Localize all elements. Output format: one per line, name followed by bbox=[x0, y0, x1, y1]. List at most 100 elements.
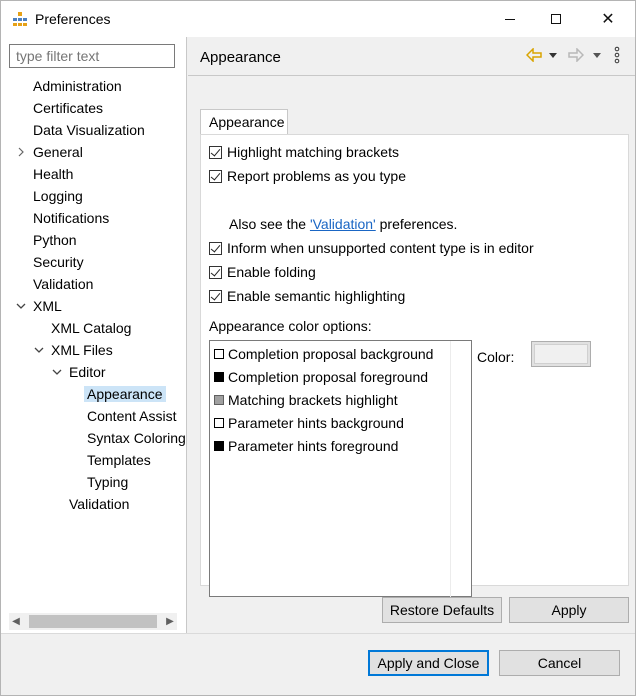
tree-item-label: Appearance bbox=[84, 386, 166, 402]
maximize-icon bbox=[551, 14, 561, 24]
color-swatch-icon bbox=[214, 372, 224, 382]
tree-item-label: Health bbox=[33, 166, 74, 182]
color-option-label: Completion proposal foreground bbox=[228, 369, 429, 385]
tree-item[interactable]: Validation bbox=[33, 273, 93, 295]
highlight-brackets-checkbox[interactable]: Highlight matching brackets bbox=[209, 142, 399, 162]
maximize-button[interactable] bbox=[533, 1, 579, 37]
preference-tree-pane: Administration Certificates Data Visualiza… bbox=[1, 37, 187, 633]
filter-input[interactable] bbox=[9, 44, 175, 68]
tree-item[interactable]: Content Assist bbox=[87, 405, 177, 427]
minimize-icon bbox=[505, 18, 515, 20]
tree-item[interactable]: Templates bbox=[87, 449, 151, 471]
checkbox-checked-icon bbox=[209, 265, 222, 279]
color-option-item[interactable]: Completion proposal foreground bbox=[214, 366, 428, 388]
tree-item[interactable]: Python bbox=[33, 229, 77, 251]
apply-button[interactable]: Apply bbox=[509, 597, 629, 623]
tab-appearance[interactable]: Appearance bbox=[200, 109, 288, 135]
collapse-arrow-icon[interactable] bbox=[33, 339, 45, 361]
tree-item[interactable]: XML Catalog bbox=[51, 317, 131, 339]
page-header: Appearance bbox=[188, 37, 635, 77]
tree-item[interactable]: General bbox=[18, 141, 83, 163]
apply-and-close-button[interactable]: Apply and Close bbox=[368, 650, 489, 676]
checkbox-checked-icon bbox=[209, 241, 222, 255]
tree-item[interactable]: Typing bbox=[87, 471, 128, 493]
tree-item[interactable]: Logging bbox=[33, 185, 83, 207]
tree-item-label: Python bbox=[33, 232, 77, 248]
tree-item[interactable]: Notifications bbox=[33, 207, 109, 229]
tree-item-label: Typing bbox=[87, 474, 129, 490]
color-option-label: Parameter hints background bbox=[228, 415, 404, 431]
tree-item[interactable]: Syntax Coloring bbox=[87, 427, 186, 449]
color-picker-button[interactable] bbox=[531, 341, 591, 367]
collapse-arrow-icon[interactable] bbox=[51, 361, 63, 383]
back-arrow-icon[interactable] bbox=[526, 48, 542, 62]
enable-folding-checkbox[interactable]: Enable folding bbox=[209, 262, 316, 282]
tree-item[interactable]: Validation bbox=[69, 493, 129, 515]
minimize-button[interactable] bbox=[487, 1, 533, 37]
tree-item[interactable]: Appearance bbox=[84, 383, 166, 405]
scrollbar-thumb[interactable] bbox=[29, 615, 157, 628]
checkbox-label: Highlight matching brackets bbox=[227, 144, 399, 160]
tree-item[interactable]: Data Visualization bbox=[33, 119, 145, 141]
close-icon: ✕ bbox=[601, 11, 615, 28]
forward-arrow-icon[interactable] bbox=[568, 48, 584, 62]
color-options-list[interactable]: Completion proposal background Completion… bbox=[209, 340, 472, 597]
page-title: Appearance bbox=[200, 49, 281, 66]
color-label: Color: bbox=[477, 349, 515, 365]
tree-item-label: Logging bbox=[33, 188, 83, 204]
checkbox-label: Enable folding bbox=[227, 264, 316, 280]
color-option-item[interactable]: Parameter hints foreground bbox=[214, 435, 398, 457]
tree-item-label: XML Files bbox=[51, 342, 113, 358]
color-swatch-icon bbox=[214, 441, 224, 451]
collapse-arrow-icon[interactable] bbox=[15, 295, 27, 317]
color-option-label: Parameter hints foreground bbox=[228, 438, 399, 454]
tree-horizontal-scrollbar[interactable]: ◀ ▶ bbox=[9, 613, 177, 630]
report-problems-checkbox[interactable]: Report problems as you type bbox=[209, 166, 406, 186]
tree-item-label: Content Assist bbox=[87, 408, 177, 424]
tree-item-label: Notifications bbox=[33, 210, 110, 226]
close-button[interactable]: ✕ bbox=[585, 1, 631, 37]
preferences-window: Preferences ✕ Administration Certificates… bbox=[0, 0, 636, 696]
color-swatch-icon bbox=[214, 349, 224, 359]
checkbox-checked-icon bbox=[209, 169, 222, 183]
tree-item[interactable]: Health bbox=[33, 163, 73, 185]
see-also-suffix: preferences. bbox=[375, 216, 458, 232]
restore-defaults-button[interactable]: Restore Defaults bbox=[382, 597, 502, 623]
unsupported-content-checkbox[interactable]: Inform when unsupported content type is … bbox=[209, 238, 534, 258]
tree-item[interactable]: XML Files bbox=[34, 339, 113, 361]
color-swatch-icon bbox=[214, 395, 224, 405]
color-option-label: Completion proposal background bbox=[228, 346, 434, 362]
scroll-left-icon[interactable]: ◀ bbox=[9, 613, 23, 630]
list-scrollbar[interactable] bbox=[450, 341, 471, 597]
back-menu-chevron-icon[interactable] bbox=[549, 53, 557, 59]
tree-item[interactable]: Certificates bbox=[33, 97, 103, 119]
tree-item[interactable]: Security bbox=[33, 251, 84, 273]
tree-item-label: Administration bbox=[33, 78, 122, 94]
tree-item-label: Syntax Coloring bbox=[87, 430, 186, 446]
tree-item-label: Templates bbox=[87, 452, 151, 468]
color-option-item[interactable]: Parameter hints background bbox=[214, 412, 404, 434]
scroll-right-icon[interactable]: ▶ bbox=[163, 613, 177, 630]
tree-item-label: General bbox=[33, 144, 83, 160]
semantic-highlighting-checkbox[interactable]: Enable semantic highlighting bbox=[209, 286, 405, 306]
tree-item[interactable]: Editor bbox=[52, 361, 106, 383]
see-also-prefix: Also see the bbox=[229, 216, 310, 232]
tree-item[interactable]: XML bbox=[16, 295, 62, 317]
color-option-label: Matching brackets highlight bbox=[228, 392, 398, 408]
checkbox-label: Inform when unsupported content type is … bbox=[227, 240, 534, 256]
title-bar: Preferences ✕ bbox=[1, 1, 635, 37]
tree-item[interactable]: Administration bbox=[33, 75, 122, 97]
color-option-item[interactable]: Matching brackets highlight bbox=[214, 389, 398, 411]
validation-link[interactable]: 'Validation' bbox=[310, 216, 376, 232]
color-option-item[interactable]: Completion proposal background bbox=[214, 343, 433, 365]
more-menu-icon[interactable] bbox=[614, 46, 620, 64]
tree-item-label: Data Visualization bbox=[33, 122, 145, 138]
checkbox-label: Enable semantic highlighting bbox=[227, 288, 406, 304]
forward-menu-chevron-icon[interactable] bbox=[593, 53, 601, 59]
window-title: Preferences bbox=[35, 11, 111, 27]
checkbox-checked-icon bbox=[209, 289, 222, 303]
cancel-button[interactable]: Cancel bbox=[499, 650, 620, 676]
tree-item-label: Editor bbox=[69, 364, 106, 380]
page-content: Appearance Highlight matching brackets R… bbox=[188, 76, 635, 633]
expand-arrow-icon[interactable] bbox=[15, 141, 27, 163]
